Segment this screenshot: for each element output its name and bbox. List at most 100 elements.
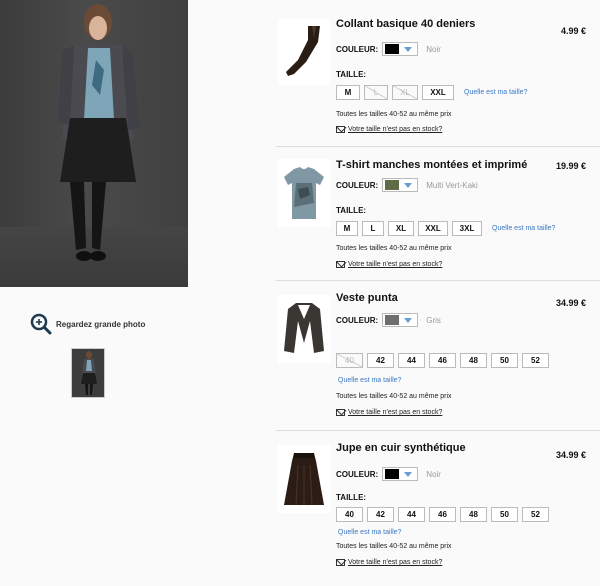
size-options: 40 42 44 46 48 50 52 xyxy=(336,353,549,368)
product-item: Jupe en cuir synthétique 34.99 € COULEUR… xyxy=(276,431,600,581)
product-thumbnail[interactable] xyxy=(278,159,330,227)
product-price: 34.99 € xyxy=(555,450,586,460)
size-guide-link[interactable]: Quelle est ma taille? xyxy=(338,529,401,536)
color-row: COULEUR: Noir xyxy=(336,467,441,481)
envelope-icon xyxy=(336,559,345,566)
size-option[interactable]: 48 xyxy=(460,353,487,368)
color-select[interactable] xyxy=(382,467,419,481)
stock-alert-label: Votre taille n'est pas en stock? xyxy=(348,126,443,133)
thumbnail-figure xyxy=(81,351,97,395)
model-figure xyxy=(58,4,140,261)
size-option[interactable]: 42 xyxy=(367,507,394,522)
product-thumbnail[interactable] xyxy=(278,18,330,86)
skirt-image xyxy=(284,453,324,506)
product-price: 4.99 € xyxy=(560,26,586,36)
size-option[interactable]: L xyxy=(362,221,384,236)
size-guide-link[interactable]: Quelle est ma taille? xyxy=(338,377,401,384)
product-item: Veste punta 34.99 € COULEUR: Gris 40 42 … xyxy=(276,281,600,431)
size-option[interactable]: M xyxy=(336,221,358,236)
size-option[interactable]: XXL xyxy=(418,221,448,236)
color-swatch xyxy=(385,315,400,325)
chevron-down-icon xyxy=(404,46,413,52)
size-option[interactable]: 50 xyxy=(491,353,518,368)
size-label: TAILLE: xyxy=(336,70,367,79)
zoom-photo-label: Regardez grande photo xyxy=(56,319,146,329)
color-swatch xyxy=(385,469,400,479)
size-option[interactable]: 44 xyxy=(398,507,425,522)
color-label: COULEUR: xyxy=(336,44,379,54)
size-option[interactable]: XL xyxy=(388,221,414,236)
color-row: COULEUR: Gris xyxy=(336,313,441,327)
size-options: M L XL XXL 3XL Quelle est ma taille? xyxy=(336,221,555,236)
color-swatch xyxy=(385,44,400,54)
product-list: Collant basique 40 deniers 4.99 € COULEU… xyxy=(276,0,600,581)
stock-alert-label: Votre taille n'est pas en stock? xyxy=(348,261,443,268)
size-option[interactable]: 40 xyxy=(336,507,363,522)
size-option[interactable]: 48 xyxy=(460,507,487,522)
size-option[interactable]: 52 xyxy=(522,353,549,368)
size-option-unavailable: L xyxy=(364,85,388,100)
color-row: COULEUR: Multi Vert-Kaki xyxy=(336,178,478,192)
size-price-note: Toutes les tailles 40-52 au même prix xyxy=(336,393,452,400)
color-swatch xyxy=(385,180,400,190)
size-option-unavailable: 40 xyxy=(336,353,363,368)
color-name: Multi Vert-Kaki xyxy=(426,180,478,190)
size-guide-link[interactable]: Quelle est ma taille? xyxy=(464,89,527,96)
product-name[interactable]: Jupe en cuir synthétique xyxy=(336,442,466,454)
size-option[interactable]: 3XL xyxy=(452,221,482,236)
color-name: Gris xyxy=(426,315,441,325)
color-select[interactable] xyxy=(382,178,419,192)
tights-image xyxy=(286,26,320,76)
size-price-note: Toutes les tailles 40-52 au même prix xyxy=(336,543,452,550)
chevron-down-icon xyxy=(404,471,413,477)
tshirt-image xyxy=(284,167,324,219)
size-label: TAILLE: xyxy=(336,206,367,215)
stock-alert-link[interactable]: Votre taille n'est pas en stock? xyxy=(336,261,442,268)
blazer-image xyxy=(284,303,324,353)
size-guide-link[interactable]: Quelle est ma taille? xyxy=(492,225,555,232)
envelope-icon xyxy=(336,261,345,268)
product-name[interactable]: T-shirt manches montées et imprimé xyxy=(336,159,527,171)
main-product-photo[interactable] xyxy=(0,0,188,287)
color-name: Noir xyxy=(426,469,441,479)
chevron-down-icon xyxy=(404,182,413,188)
stock-alert-label: Votre taille n'est pas en stock? xyxy=(348,559,443,566)
size-price-note: Toutes les tailles 40-52 au même prix xyxy=(336,245,452,252)
size-option[interactable]: M xyxy=(336,85,360,100)
color-name: Noir xyxy=(426,44,441,54)
magnifier-plus-icon xyxy=(30,313,52,335)
stock-alert-link[interactable]: Votre taille n'est pas en stock? xyxy=(336,559,442,566)
product-thumbnail[interactable] xyxy=(278,445,330,513)
size-option[interactable]: 52 xyxy=(522,507,549,522)
product-item: Collant basique 40 deniers 4.99 € COULEU… xyxy=(276,0,600,147)
color-label: COULEUR: xyxy=(336,180,379,190)
size-option[interactable]: 46 xyxy=(429,507,456,522)
color-select[interactable] xyxy=(382,42,419,56)
product-item: T-shirt manches montées et imprimé 19.99… xyxy=(276,147,600,281)
envelope-icon xyxy=(336,126,345,133)
product-name[interactable]: Veste punta xyxy=(336,292,398,304)
product-thumbnail[interactable] xyxy=(278,295,330,363)
product-price: 34.99 € xyxy=(555,298,586,308)
size-option[interactable]: 44 xyxy=(398,353,425,368)
product-name[interactable]: Collant basique 40 deniers xyxy=(336,18,475,30)
size-label: TAILLE: xyxy=(336,493,367,502)
stock-alert-link[interactable]: Votre taille n'est pas en stock? xyxy=(336,126,442,133)
size-option[interactable]: XXL xyxy=(422,85,454,100)
photo-thumbnail[interactable] xyxy=(71,348,105,398)
stock-alert-label: Votre taille n'est pas en stock? xyxy=(348,409,443,416)
size-option[interactable]: 50 xyxy=(491,507,518,522)
zoom-photo-link[interactable]: Regardez grande photo xyxy=(30,313,145,335)
size-option[interactable]: 46 xyxy=(429,353,456,368)
product-price: 19.99 € xyxy=(555,161,586,171)
color-select[interactable] xyxy=(382,313,419,327)
size-options: 40 42 44 46 48 50 52 xyxy=(336,507,549,522)
size-price-note: Toutes les tailles 40-52 au même prix xyxy=(336,111,452,118)
color-row: COULEUR: Noir xyxy=(336,42,441,56)
color-label: COULEUR: xyxy=(336,469,379,479)
size-option[interactable]: 42 xyxy=(367,353,394,368)
stock-alert-link[interactable]: Votre taille n'est pas en stock? xyxy=(336,409,442,416)
size-options: M L XL XXL Quelle est ma taille? xyxy=(336,85,527,100)
chevron-down-icon xyxy=(404,317,413,323)
envelope-icon xyxy=(336,409,345,416)
